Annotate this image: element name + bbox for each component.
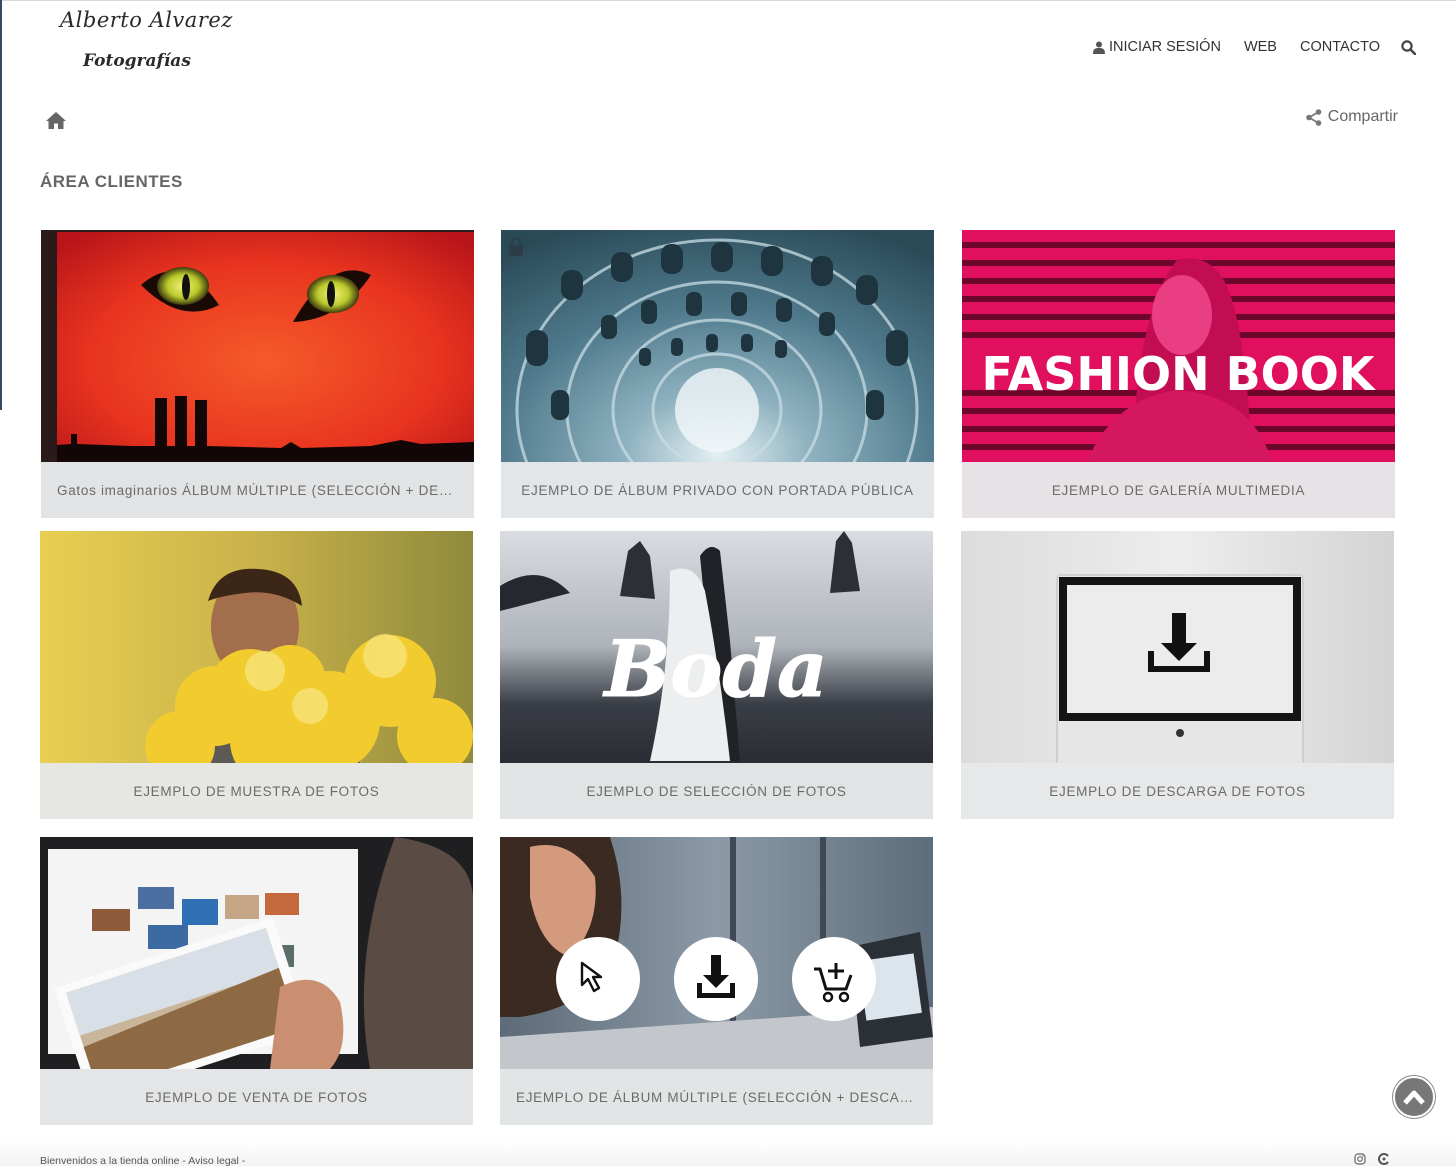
user-icon [1092, 41, 1105, 54]
site-logo[interactable]: Alberto Alvarez Fotografías [56, 8, 232, 80]
album-title: EJEMPLO DE MUESTRA DE FOTOS [133, 783, 380, 799]
album-title: Gatos imaginarios ÁLBUM MÚLTIPLE (SELECC… [57, 482, 458, 498]
album-title: EJEMPLO DE ÁLBUM PRIVADO CON PORTADA PÚB… [521, 482, 914, 498]
album-title: EJEMPLO DE DESCARGA DE FOTOS [1049, 783, 1306, 799]
album-title: EJEMPLO DE VENTA DE FOTOS [145, 1089, 368, 1105]
main-nav: INICIAR SESIÓN WEB CONTACTO [1070, 37, 1416, 57]
share-button[interactable]: Compartir [1305, 108, 1398, 126]
album-title: EJEMPLO DE SELECCIÓN DE FOTOS [586, 783, 847, 799]
web-label: WEB [1243, 39, 1277, 55]
album-caption: EJEMPLO DE SELECCIÓN DE FOTOS [500, 763, 933, 819]
album-title: EJEMPLO DE GALERÍA MULTIMEDIA [1051, 482, 1306, 498]
footer-icons [1354, 1153, 1390, 1165]
c-logo-icon[interactable] [1378, 1153, 1390, 1165]
album-caption: EJEMPLO DE MUESTRA DE FOTOS [40, 763, 473, 819]
share-icon [1305, 108, 1322, 126]
home-button[interactable] [45, 110, 67, 130]
search-button[interactable] [1401, 39, 1416, 55]
boda-overlay-text: Boda [602, 624, 827, 715]
left-edge-rule [0, 0, 2, 410]
album-card[interactable]: EJEMPLO DE DESCARGA DE FOTOS [961, 531, 1394, 819]
album-card[interactable]: EJEMPLO DE ÁLBUM PRIVADO CON PORTADA PÚB… [501, 230, 934, 518]
web-link[interactable]: WEB [1244, 39, 1277, 55]
album-card[interactable]: Gatos imaginarios ÁLBUM MÚLTIPLE (SELECC… [41, 230, 474, 518]
share-label: Compartir [1327, 108, 1398, 125]
instagram-icon[interactable] [1354, 1153, 1366, 1165]
home-icon [46, 112, 66, 129]
fashion-book-overlay-text: FASHION BOOK [981, 347, 1376, 401]
album-title: EJEMPLO DE ÁLBUM MÚLTIPLE (SELECCIÓN + D… [516, 1089, 917, 1105]
footer-text: Bienvenidos a la tienda online - Aviso l… [40, 1155, 246, 1166]
chevron-up-icon [1403, 1090, 1425, 1105]
album-card[interactable]: EJEMPLO DE ÁLBUM MÚLTIPLE (SELECCIÓN + D… [500, 837, 933, 1125]
logo-name: Alberto Alvarez [60, 8, 233, 32]
album-caption: EJEMPLO DE GALERÍA MULTIMEDIA [962, 462, 1395, 518]
page-title: ÁREA CLIENTES [40, 172, 183, 191]
album-caption: EJEMPLO DE ÁLBUM PRIVADO CON PORTADA PÚB… [501, 462, 934, 518]
login-label: INICIAR SESIÓN [1108, 39, 1221, 55]
album-card[interactable]: FASHION BOOK EJEMPLO DE GALERÍA MULTIMED… [962, 230, 1395, 518]
login-link[interactable]: INICIAR SESIÓN [1092, 39, 1221, 55]
logo-subtitle: Fotografías [83, 51, 191, 71]
album-caption: EJEMPLO DE DESCARGA DE FOTOS [961, 763, 1394, 819]
album-card[interactable]: EJEMPLO DE MUESTRA DE FOTOS [40, 531, 473, 819]
album-caption: Gatos imaginarios ÁLBUM MÚLTIPLE (SELECC… [41, 462, 474, 518]
contact-link[interactable]: CONTACTO [1300, 39, 1380, 55]
album-card[interactable]: EJEMPLO DE VENTA DE FOTOS [40, 837, 473, 1125]
album-caption: EJEMPLO DE ÁLBUM MÚLTIPLE (SELECCIÓN + D… [500, 1069, 933, 1125]
top-rule [0, 0, 1456, 1]
scroll-top-button[interactable] [1393, 1076, 1435, 1118]
contact-label: CONTACTO [1299, 39, 1380, 55]
search-icon [1401, 39, 1416, 55]
album-caption: EJEMPLO DE VENTA DE FOTOS [40, 1069, 473, 1125]
album-card[interactable]: Boda EJEMPLO DE SELECCIÓN DE FOTOS [500, 531, 933, 819]
